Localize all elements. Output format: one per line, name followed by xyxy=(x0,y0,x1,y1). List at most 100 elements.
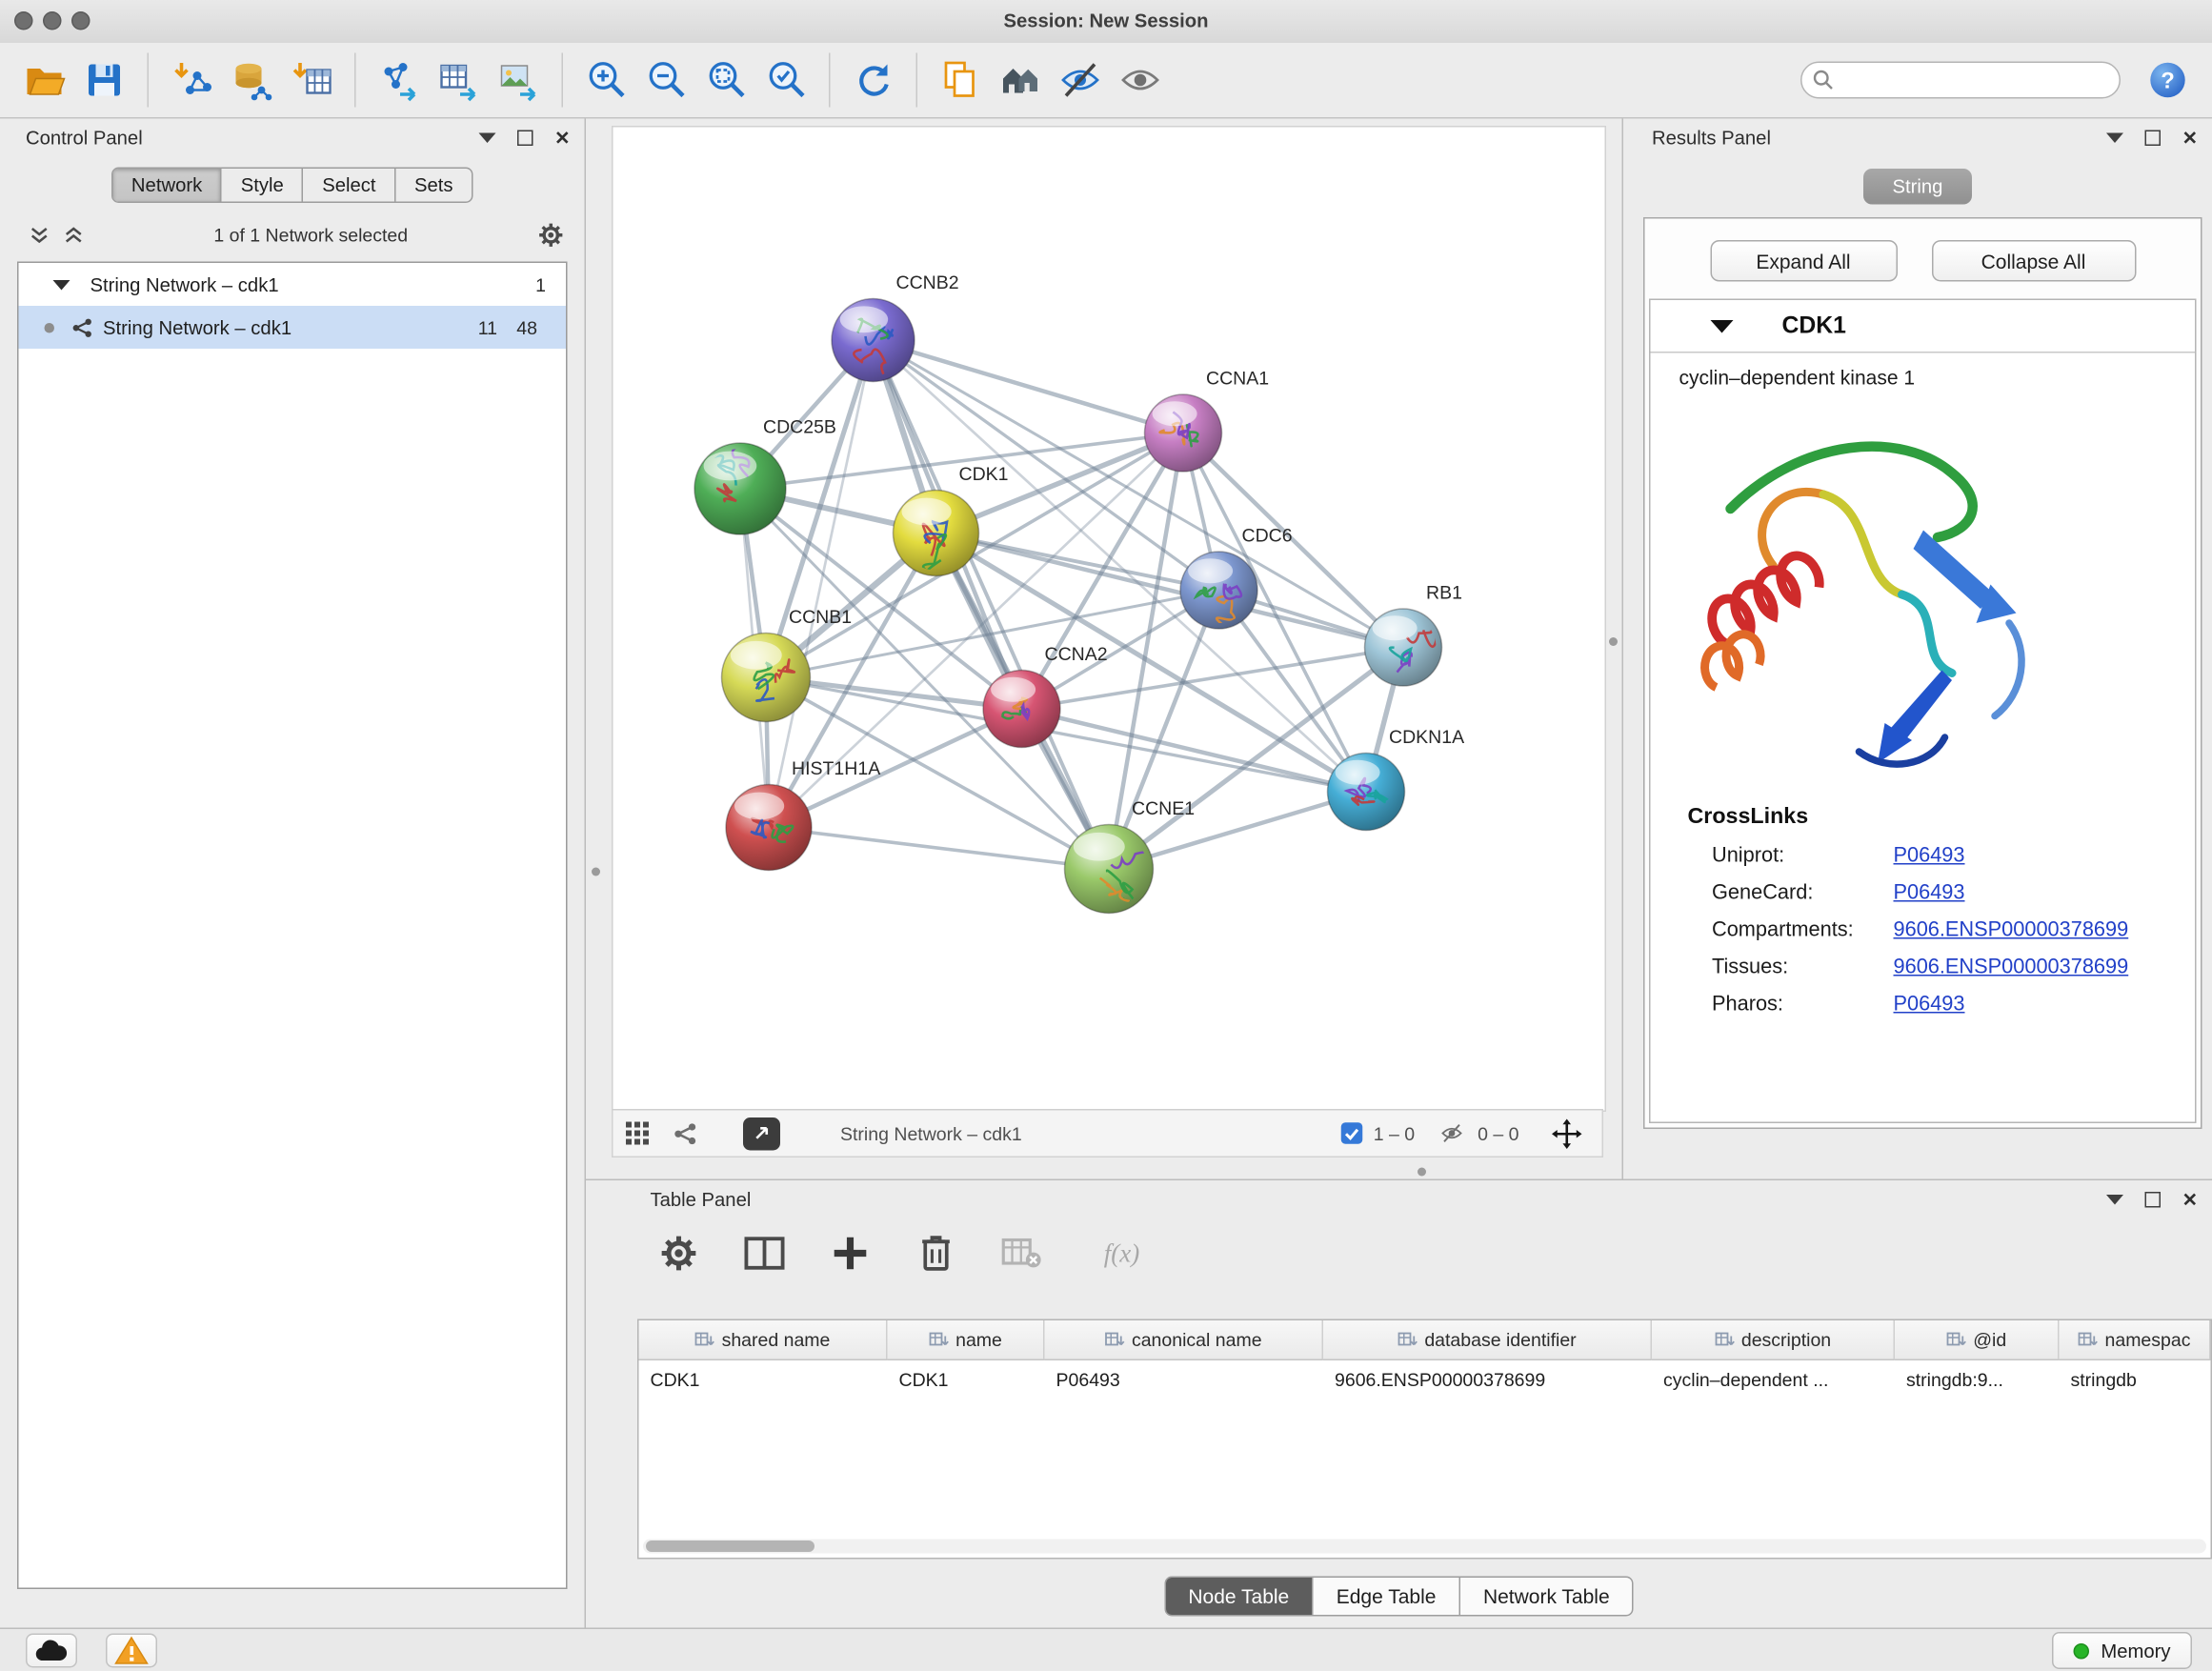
network-node-RB1[interactable]: RB1 xyxy=(1365,583,1462,687)
collapse-panel-icon[interactable] xyxy=(2106,1194,2123,1204)
tab-edge-table[interactable]: Edge Table xyxy=(1314,1578,1460,1615)
tab-network[interactable]: Network xyxy=(112,169,222,202)
memory-button[interactable]: Memory xyxy=(2052,1632,2192,1669)
hide-selected-button[interactable] xyxy=(1052,49,1109,111)
bottom-splitter-handle[interactable] xyxy=(1418,1168,1426,1177)
import-network-database-button[interactable] xyxy=(223,49,280,111)
help-button[interactable]: ? xyxy=(2143,56,2192,105)
network-collection-row[interactable]: String Network – cdk1 1 xyxy=(19,263,567,306)
crosslink-compartments-link[interactable]: 9606.ENSP00000378699 xyxy=(1894,919,2196,942)
export-table-button[interactable] xyxy=(431,49,488,111)
right-splitter-handle[interactable] xyxy=(1609,637,1618,646)
network-node-HIST1H1A[interactable]: HIST1H1A xyxy=(726,758,880,871)
table-panel-title: Table Panel xyxy=(651,1188,752,1210)
hidden-eye-slash-icon[interactable] xyxy=(1437,1122,1468,1145)
tab-sets[interactable]: Sets xyxy=(396,169,473,202)
gear-icon[interactable] xyxy=(537,221,565,249)
column-header[interactable]: canonical name xyxy=(1045,1320,1324,1360)
create-column-button[interactable] xyxy=(831,1234,871,1274)
tab-network-table[interactable]: Network Table xyxy=(1460,1578,1633,1615)
tree-expand-icon[interactable] xyxy=(53,279,70,290)
float-panel-icon[interactable] xyxy=(2145,1191,2162,1207)
column-header[interactable]: description xyxy=(1652,1320,1895,1360)
zoom-selected-button[interactable] xyxy=(757,49,814,111)
import-table-button[interactable] xyxy=(283,49,340,111)
table-row[interactable]: CDK1 CDK1 P06493 9606.ENSP00000378699 cy… xyxy=(639,1360,2211,1399)
collapse-gene-icon[interactable] xyxy=(1711,319,1734,332)
tab-node-table[interactable]: Node Table xyxy=(1165,1578,1313,1615)
delete-column-button[interactable] xyxy=(916,1234,956,1274)
network-node-CDKN1A[interactable]: CDKN1A xyxy=(1328,727,1465,831)
scrollbar-thumb[interactable] xyxy=(646,1540,814,1552)
window-close-button[interactable] xyxy=(14,11,33,30)
import-network-file-button[interactable] xyxy=(163,49,220,111)
toolbar-separator xyxy=(829,53,831,108)
window-zoom-button[interactable] xyxy=(71,11,90,30)
open-session-button[interactable] xyxy=(16,49,73,111)
show-all-button[interactable] xyxy=(1112,49,1169,111)
tab-select[interactable]: Select xyxy=(304,169,396,202)
table-settings-button[interactable] xyxy=(659,1234,699,1274)
network-birdseye-button[interactable] xyxy=(674,1121,698,1146)
sort-column-icon xyxy=(2078,1330,2098,1350)
export-network-button[interactable] xyxy=(371,49,428,111)
table-type-tabs: Node Table Edge Table Network Table xyxy=(586,1577,2212,1617)
zoom-out-button[interactable] xyxy=(637,49,694,111)
save-session-button[interactable] xyxy=(76,49,133,111)
node-label-CDKN1A: CDKN1A xyxy=(1389,727,1464,748)
network-canvas[interactable]: CCNB2CCNA1CDC25BCDK1CDC6RB1CCNB1CCNA2CDK… xyxy=(612,126,1606,1112)
column-header[interactable]: namespac xyxy=(2060,1320,2211,1360)
tab-string[interactable]: String xyxy=(1863,169,1972,205)
column-header[interactable]: database identifier xyxy=(1323,1320,1652,1360)
open-session-icon xyxy=(23,59,66,102)
gene-section-header[interactable]: CDK1 xyxy=(1651,300,2196,353)
detach-view-button[interactable] xyxy=(743,1117,780,1150)
selected-checkbox-icon[interactable] xyxy=(1340,1122,1363,1145)
cloud-icon xyxy=(34,1638,69,1663)
tab-style[interactable]: Style xyxy=(222,169,304,202)
float-panel-icon[interactable] xyxy=(2145,130,2162,146)
column-header[interactable]: @id xyxy=(1895,1320,2060,1360)
zoom-in-button[interactable] xyxy=(577,49,634,111)
network-overview-button[interactable] xyxy=(992,49,1049,111)
copy-document-button[interactable] xyxy=(932,49,989,111)
column-header[interactable]: name xyxy=(888,1320,1045,1360)
collapse-panel-icon[interactable] xyxy=(2106,132,2123,143)
network-row[interactable]: String Network – cdk1 11 48 xyxy=(19,306,567,349)
delete-table-button[interactable] xyxy=(1002,1234,1042,1274)
float-panel-icon[interactable] xyxy=(517,130,533,146)
function-builder-button[interactable]: f(x) xyxy=(1088,1234,1156,1274)
network-node-CDK1[interactable]: CDK1 xyxy=(894,464,1009,575)
close-panel-icon[interactable]: ✕ xyxy=(2182,1190,2198,1209)
crosslink-genecard-link[interactable]: P06493 xyxy=(1894,882,2196,905)
node-label-CCNB2: CCNB2 xyxy=(896,272,959,293)
close-panel-icon[interactable]: ✕ xyxy=(554,128,570,147)
horizontal-scrollbar[interactable] xyxy=(643,1540,2206,1554)
close-panel-icon[interactable]: ✕ xyxy=(2182,128,2198,147)
collapse-all-icon[interactable] xyxy=(29,225,50,244)
crosslink-label: Uniprot: xyxy=(1712,845,1894,868)
column-header[interactable]: shared name xyxy=(639,1320,888,1360)
zoom-fit-button[interactable] xyxy=(697,49,754,111)
left-splitter-handle[interactable] xyxy=(592,868,600,876)
network-node-CCNB2[interactable]: CCNB2 xyxy=(832,272,959,382)
warnings-button[interactable] xyxy=(106,1634,157,1668)
show-columns-button[interactable] xyxy=(745,1234,785,1274)
results-panel: Results Panel ✕ String Expand All Collap… xyxy=(1622,119,2212,1179)
grid-view-button[interactable] xyxy=(625,1120,651,1146)
search-input[interactable] xyxy=(1800,62,2121,99)
collapse-panel-icon[interactable] xyxy=(479,132,496,143)
crosslink-pharos-link[interactable]: P06493 xyxy=(1894,994,2196,1017)
expand-all-button[interactable]: Expand All xyxy=(1710,240,1898,282)
expand-all-icon[interactable] xyxy=(63,225,85,244)
pan-crosshair-icon[interactable] xyxy=(1552,1118,1582,1149)
crosslink-tissues-link[interactable]: 9606.ENSP00000378699 xyxy=(1894,956,2196,979)
network-node-CCNA1[interactable]: CCNA1 xyxy=(1145,369,1270,472)
crosslink-uniprot-link[interactable]: P06493 xyxy=(1894,845,2196,868)
network-graph[interactable]: CCNB2CCNA1CDC25BCDK1CDC6RB1CCNB1CCNA2CDK… xyxy=(613,128,1605,1111)
export-image-button[interactable] xyxy=(491,49,548,111)
cloud-status-button[interactable] xyxy=(26,1634,77,1668)
apply-layout-button[interactable] xyxy=(845,49,902,111)
collapse-all-button[interactable]: Collapse All xyxy=(1931,240,2136,282)
window-minimize-button[interactable] xyxy=(43,11,62,30)
